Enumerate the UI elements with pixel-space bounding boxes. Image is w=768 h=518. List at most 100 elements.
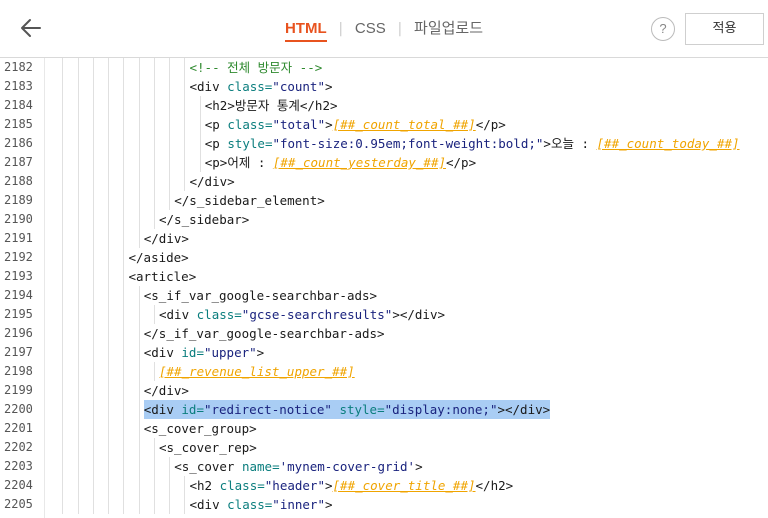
apply-button[interactable]: 적용 xyxy=(685,13,764,45)
indent-guide xyxy=(153,495,155,514)
indent-guide xyxy=(138,438,140,457)
token-str: "total" xyxy=(272,117,326,132)
indent-guide xyxy=(138,134,140,153)
line-number: 2204 xyxy=(4,478,33,492)
token-tag: > xyxy=(325,117,333,132)
line-number: 2203 xyxy=(4,459,33,473)
indent-guide xyxy=(92,210,94,229)
indent-guide xyxy=(92,267,94,286)
indent-guide xyxy=(199,134,201,153)
indent-guide xyxy=(62,267,64,286)
indent-guide xyxy=(92,495,94,514)
indent-guide xyxy=(77,476,79,495)
indent-guide xyxy=(153,58,155,77)
indent-guide xyxy=(92,134,94,153)
indent-guide xyxy=(92,438,94,457)
token-attr: class= xyxy=(227,79,273,94)
indent-guide xyxy=(169,495,170,514)
token-tag: >오늘 : xyxy=(543,136,597,151)
line-number: 2184 xyxy=(4,98,33,112)
line-number: 2193 xyxy=(4,269,33,283)
indent-guide xyxy=(184,172,186,191)
indent-guide xyxy=(108,381,109,400)
indent-guide xyxy=(108,115,109,134)
indent-guide xyxy=(169,191,170,210)
token-str: "upper" xyxy=(203,345,257,360)
indent-guide xyxy=(123,172,125,191)
indent-guide xyxy=(77,495,79,514)
indent-guide xyxy=(62,362,64,381)
indent-guide xyxy=(108,77,109,96)
line-number: 2196 xyxy=(4,326,33,340)
token-tag: </s_if_var_google-searchbar-ads> xyxy=(143,326,385,341)
indent-guide xyxy=(62,381,64,400)
indent-guide xyxy=(92,324,94,343)
code-line: 2182 <!-- 전체 방문자 --> xyxy=(0,58,768,77)
help-icon[interactable]: ? xyxy=(651,17,675,41)
line-number: 2187 xyxy=(4,155,33,169)
code-line: 2184 <h2>방문자 통계</h2> xyxy=(0,96,768,115)
indent-guide xyxy=(108,134,109,153)
indent-guide xyxy=(153,305,155,324)
token-attr: class= xyxy=(219,478,265,493)
code-text: <article> xyxy=(129,267,197,286)
indent-guide xyxy=(108,324,109,343)
code-line: 2191 </div> xyxy=(0,229,768,248)
code-text: <p class="total">[##_count_total_##]</p> xyxy=(205,115,506,134)
indent-guide xyxy=(62,134,64,153)
indent-guide xyxy=(153,210,155,229)
code-text: <div class="inner"> xyxy=(190,495,333,514)
line-number: 2200 xyxy=(4,402,33,416)
token-attr: id= xyxy=(181,345,204,360)
indent-guide xyxy=(153,96,155,115)
line-number: 2197 xyxy=(4,345,33,359)
tab-css[interactable]: CSS xyxy=(355,0,386,57)
code-line: 2185 <p class="total">[##_count_total_##]… xyxy=(0,115,768,134)
token-tag: <s_if_var_google-searchbar-ads> xyxy=(143,288,378,303)
indent-guide xyxy=(199,96,201,115)
indent-guide xyxy=(123,286,125,305)
code-line: 2195 <div class="gcse-searchresults"></di… xyxy=(0,305,768,324)
indent-guide xyxy=(169,58,170,77)
line-number: 2192 xyxy=(4,250,33,264)
indent-guide xyxy=(184,96,186,115)
tab-file-upload[interactable]: 파일업로드 xyxy=(414,0,483,57)
indent-guide xyxy=(92,153,94,172)
indent-guide xyxy=(153,172,155,191)
token-tag: <div xyxy=(189,497,228,512)
code-editor[interactable]: 2182 <!-- 전체 방문자 --> 2183 <div class="count… xyxy=(0,58,768,518)
code-line: 2189 </s_sidebar_element> xyxy=(0,191,768,210)
code-line: 2183 <div class="count"> xyxy=(0,77,768,96)
token-attr: style= xyxy=(339,402,385,417)
code-text: <p style="font-size:0.95em;font-weight:b… xyxy=(205,134,740,153)
indent-guide xyxy=(92,77,94,96)
indent-guide xyxy=(62,457,64,476)
indent-guide xyxy=(123,153,125,172)
indent-guide xyxy=(62,343,64,362)
indent-guide xyxy=(184,476,186,495)
indent-guide xyxy=(62,172,64,191)
code-line: 2187 <p>어제 : [##_count_yesterday_##]</p> xyxy=(0,153,768,172)
token-tag: <p xyxy=(204,136,228,151)
token-tag: </s_sidebar> xyxy=(159,212,250,227)
code-text: [##_revenue_list_upper_##] xyxy=(159,362,355,381)
indent-guide xyxy=(123,77,125,96)
indent-guide xyxy=(123,324,125,343)
indent-guide xyxy=(108,229,109,248)
line-number: 2189 xyxy=(4,193,33,207)
token-tag: </p> xyxy=(446,155,477,170)
code-text: </div> xyxy=(144,381,189,400)
line-number: 2182 xyxy=(4,60,33,74)
token-tag: </s_sidebar_element> xyxy=(174,193,325,208)
indent-guide xyxy=(92,191,94,210)
indent-guide xyxy=(169,115,170,134)
code-text: <!-- 전체 방문자 --> xyxy=(190,58,323,77)
token-attr: style= xyxy=(227,136,273,151)
indent-guide xyxy=(138,286,140,305)
indent-guide xyxy=(77,210,79,229)
tab-html[interactable]: HTML xyxy=(284,0,327,57)
indent-guide xyxy=(138,96,140,115)
code-text: </s_sidebar> xyxy=(159,210,249,229)
indent-guide xyxy=(92,362,94,381)
indent-guide xyxy=(92,248,94,267)
